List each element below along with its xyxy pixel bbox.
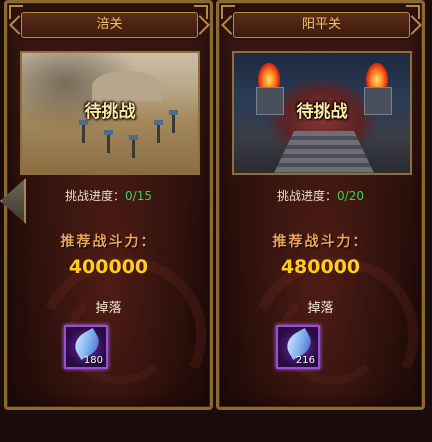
drop-label: 掉落 [95, 301, 122, 316]
scene-fire [366, 63, 388, 87]
scene-steps [274, 131, 374, 173]
drop-label: 掉落 [307, 301, 334, 316]
stage-scene-image[interactable]: 待挑战 [232, 51, 412, 175]
recommended-power-value: 480000 [280, 256, 361, 278]
recommended-power-value: 400000 [68, 256, 149, 278]
progress-label: 挑战进度： [277, 189, 338, 203]
scene-soldier [79, 120, 88, 143]
progress-value: 0/15 [125, 189, 152, 203]
drop-item-slot[interactable]: 216 [276, 325, 320, 369]
challenge-progress: 挑战进度：0/20 [219, 187, 422, 204]
stage-scene-image[interactable]: 待挑战 [20, 51, 200, 175]
stage-status-label: 待挑战 [296, 102, 348, 122]
item-count: 216 [295, 355, 315, 366]
progress-label: 挑战进度： [65, 189, 126, 203]
scene-fire [258, 63, 280, 87]
drop-item-slot[interactable]: 180 [64, 325, 108, 369]
item-count: 180 [83, 355, 103, 366]
stage-title: 涪关 [21, 12, 198, 38]
stage-card-yangpingguan[interactable]: 阳平关 待挑战 挑战进度：0/20 推荐战斗力： 480000 掉落 216 [216, 0, 432, 442]
stage-status-label: 待挑战 [84, 102, 136, 122]
recommended-power-label: 推荐战斗力： [272, 234, 369, 250]
scene-soldier [129, 135, 138, 158]
recommended-power-label: 推荐战斗力： [60, 234, 157, 250]
stage-card-fuguan[interactable]: 涪关 待挑战 挑战进度：0/15 推荐战斗力： 400000 掉落 180 [4, 0, 230, 442]
scene-soldier [104, 130, 113, 153]
challenge-progress: 挑战进度：0/15 [7, 187, 210, 204]
scene-soldier [154, 120, 163, 143]
stage-title: 阳平关 [233, 12, 410, 38]
progress-value: 0/20 [337, 189, 364, 203]
